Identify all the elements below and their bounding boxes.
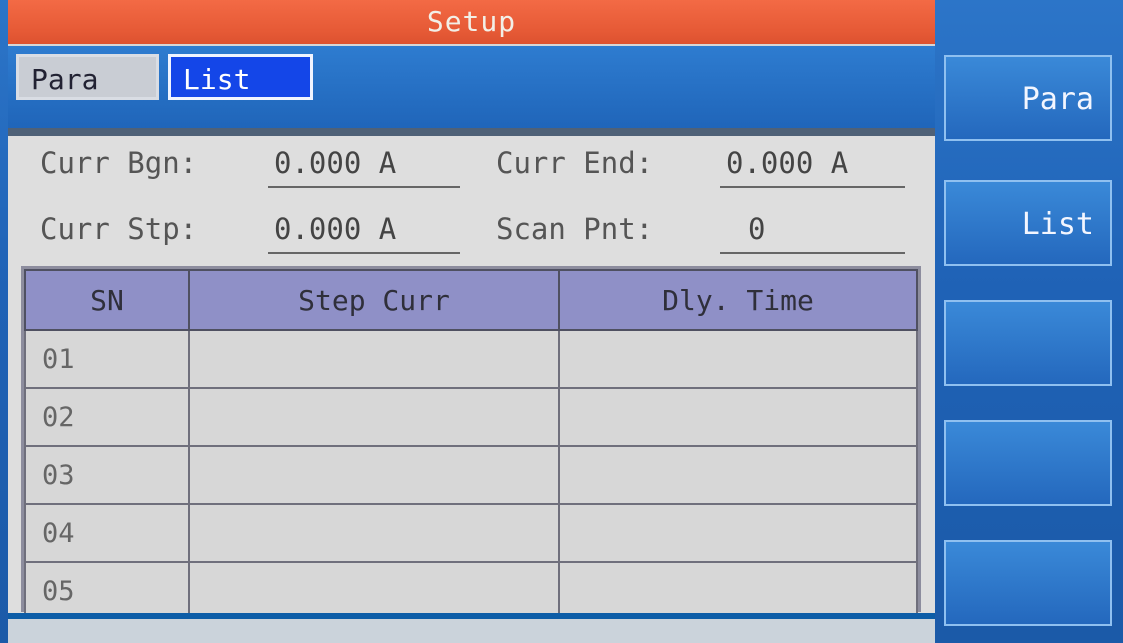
curr-bgn-underline [268, 186, 460, 188]
list-settings-area: Curr Bgn: 0.000 A Curr End: 0.000 A Curr… [8, 136, 935, 621]
softkey-5[interactable] [944, 540, 1112, 626]
row-sn: 04 [24, 503, 190, 563]
row-dly-time[interactable] [558, 387, 918, 447]
curr-bgn-value[interactable]: 0.000 A [274, 146, 396, 180]
table-row[interactable]: 04 [24, 503, 918, 563]
curr-stp-label: Curr Stp: [40, 212, 198, 246]
scan-pnt-label: Scan Pnt: [496, 212, 654, 246]
row-step-curr[interactable] [188, 329, 560, 389]
scan-pnt-underline [720, 252, 905, 254]
tab-bar: Para List [8, 44, 935, 132]
row-sn: 02 [24, 387, 190, 447]
table-header-dly-time: Dly. Time [558, 269, 918, 331]
row-step-curr[interactable] [188, 445, 560, 505]
softkey-4[interactable] [944, 420, 1112, 506]
table-row[interactable]: 05 [24, 561, 918, 621]
row-dly-time[interactable] [558, 561, 918, 621]
row-step-curr[interactable] [188, 387, 560, 447]
row-dly-time[interactable] [558, 503, 918, 563]
row-step-curr[interactable] [188, 561, 560, 621]
list-table: SN Step Curr Dly. Time 01 02 03 04 05 [21, 266, 921, 621]
table-row[interactable]: 02 [24, 387, 918, 447]
row-sn: 03 [24, 445, 190, 505]
tab-list[interactable]: List [168, 54, 313, 100]
setup-panel: Setup Para List Curr Bgn: 0.000 A Curr E… [8, 0, 935, 643]
curr-end-underline [720, 186, 905, 188]
row-sn: 01 [24, 329, 190, 389]
softkey-para[interactable]: Para [944, 55, 1112, 141]
table-row[interactable]: 01 [24, 329, 918, 389]
curr-stp-underline [268, 252, 460, 254]
table-header-step-curr: Step Curr [188, 269, 560, 331]
curr-bgn-label: Curr Bgn: [40, 146, 198, 180]
softkey-list[interactable]: List [944, 180, 1112, 266]
tab-para[interactable]: Para [16, 54, 159, 100]
tab-divider [8, 128, 935, 136]
row-dly-time[interactable] [558, 329, 918, 389]
row-sn: 05 [24, 561, 190, 621]
curr-end-label: Curr End: [496, 146, 654, 180]
softkey-column: Para List [938, 0, 1123, 643]
device-screen: Setup Para List Curr Bgn: 0.000 A Curr E… [0, 0, 1123, 643]
status-strip [8, 613, 935, 643]
curr-end-value[interactable]: 0.000 A [726, 146, 848, 180]
scan-pnt-value[interactable]: 0 [748, 212, 765, 246]
page-title: Setup [8, 0, 935, 44]
curr-stp-value[interactable]: 0.000 A [274, 212, 396, 246]
softkey-3[interactable] [944, 300, 1112, 386]
row-dly-time[interactable] [558, 445, 918, 505]
table-row[interactable]: 03 [24, 445, 918, 505]
table-header-sn: SN [24, 269, 190, 331]
row-step-curr[interactable] [188, 503, 560, 563]
